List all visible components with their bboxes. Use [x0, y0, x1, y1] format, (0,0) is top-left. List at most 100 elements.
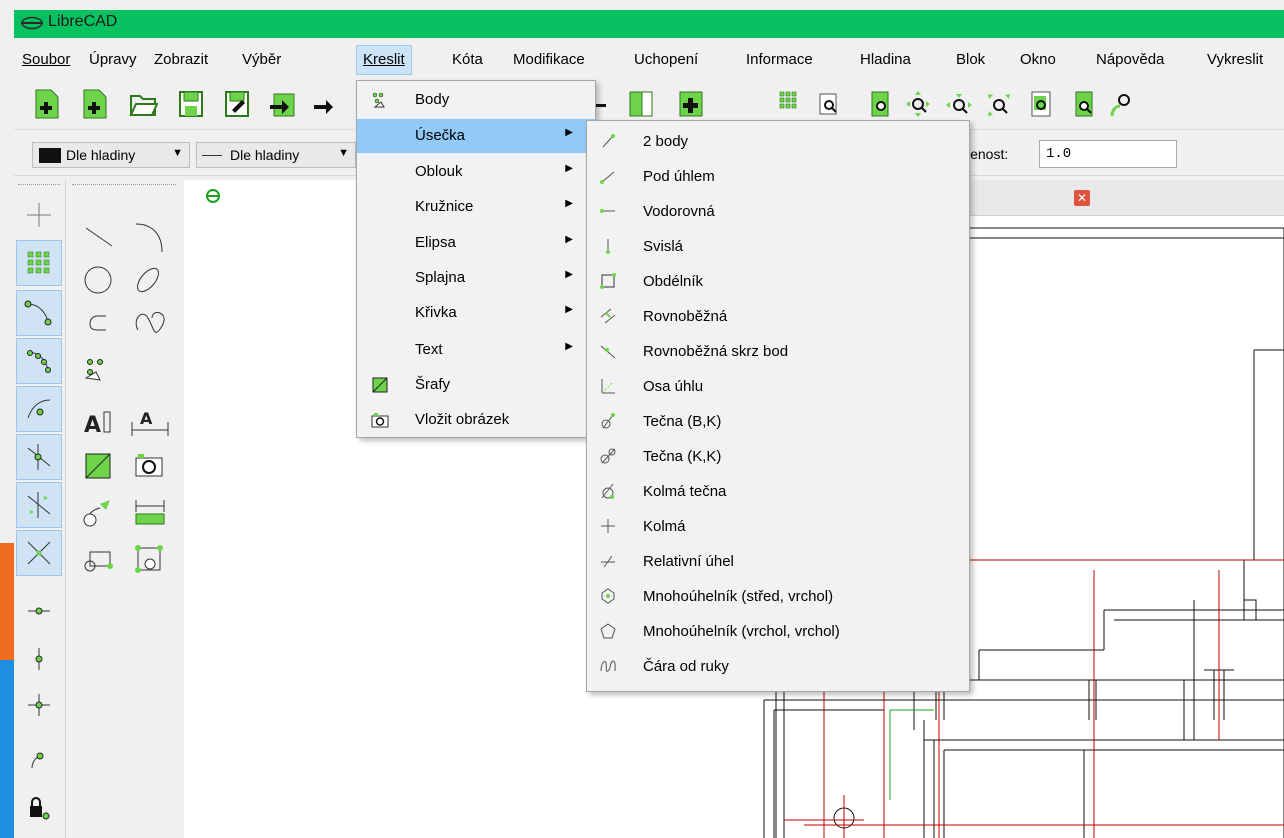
submenu-item-obdelnik[interactable]: Obdélník	[587, 265, 969, 300]
menu-vyber[interactable]: Výběr	[242, 51, 281, 68]
restrict-vertical-button[interactable]	[16, 636, 62, 682]
submenu-item-vodorovna[interactable]: Vodorovná	[587, 195, 969, 230]
snap-on-entity-button[interactable]	[16, 338, 62, 384]
snap-center-button[interactable]	[16, 386, 62, 432]
block-tool-icon[interactable]	[78, 540, 122, 580]
submenu-item-rovnobezna-skrz-bod[interactable]: Rovnoběžná skrz bod	[587, 335, 969, 370]
line-tool-icon[interactable]	[78, 218, 122, 258]
add-block-icon[interactable]	[676, 88, 706, 120]
menu-blok[interactable]: Blok	[956, 51, 985, 68]
submenu-item-2-body[interactable]: 2 body	[587, 125, 969, 160]
measure-tool-icon[interactable]	[128, 492, 172, 532]
menu-kota[interactable]: Kóta	[452, 51, 483, 68]
image-tool-icon[interactable]	[128, 446, 172, 486]
circle-tool-icon[interactable]	[78, 260, 122, 300]
submenu-item-tecna-bk[interactable]: Tečna (B,K)	[587, 405, 969, 440]
redraw-icon[interactable]	[866, 88, 896, 120]
draft-mode-icon[interactable]	[814, 88, 844, 120]
zoom-in-icon[interactable]	[904, 88, 934, 120]
save-icon[interactable]	[176, 88, 206, 120]
dimension-tool-icon[interactable]: A	[128, 402, 172, 442]
color-combo[interactable]: Dle hladiny ▼	[32, 142, 190, 168]
submenu-item-tecna-kk[interactable]: Tečna (K,K)	[587, 440, 969, 475]
modify-block-icon[interactable]	[128, 540, 172, 580]
set-relative-zero-button[interactable]	[16, 738, 62, 784]
menu-item-splajna[interactable]: Splajna ▶	[357, 261, 595, 295]
text-tool-icon[interactable]: A	[78, 402, 122, 442]
select-tool-icon[interactable]	[78, 492, 122, 532]
toolbar-grip[interactable]	[18, 184, 60, 188]
menu-item-oblouk[interactable]: Oblouk ▶	[357, 155, 595, 189]
save-as-icon[interactable]	[222, 88, 252, 120]
svg-text:A: A	[84, 413, 101, 438]
submenu-item-mnohouhelnik-stred[interactable]: Mnohoúhelník (střed, vrchol)	[587, 580, 969, 615]
menu-soubor[interactable]: Soubor	[22, 51, 70, 68]
lock-relative-zero-button[interactable]	[16, 786, 62, 832]
linetype-swatch	[202, 155, 222, 156]
menu-uchopeni[interactable]: Uchopení	[634, 51, 698, 68]
arc-tool-icon[interactable]	[128, 216, 172, 256]
menu-item-elipsa[interactable]: Elipsa ▶	[357, 226, 595, 260]
restrict-horizontal-button[interactable]	[16, 588, 62, 634]
close-icon[interactable]: ✕	[1074, 190, 1090, 206]
menu-informace[interactable]: Informace	[746, 51, 813, 68]
kreslit-menu: Body Úsečka ▶ Oblouk ▶ Kružnice ▶ Elipsa…	[356, 80, 596, 438]
toolbar-partial-icon[interactable]	[594, 88, 624, 120]
snap-grid-button[interactable]	[16, 240, 62, 286]
submenu-item-cara-od-ruky[interactable]: Čára od ruky	[587, 650, 969, 685]
submenu-item-kolma-tecna[interactable]: Kolmá tečna	[587, 475, 969, 510]
zoom-out-icon[interactable]	[944, 88, 974, 120]
menu-item-vlozit-obrazek[interactable]: Vložit obrázek	[357, 403, 595, 437]
menu-kreslit[interactable]: Kreslit	[356, 45, 412, 75]
menu-item-kruznice[interactable]: Kružnice ▶	[357, 190, 595, 224]
submenu-item-osa-uhlu[interactable]: Osa úhlu	[587, 370, 969, 405]
snap-middle-button[interactable]	[16, 434, 62, 480]
restrict-orthogonal-button[interactable]	[16, 682, 62, 728]
submenu-item-pod-uhlem[interactable]: Pod úhlem	[587, 160, 969, 195]
zoom-pan-icon[interactable]	[1108, 88, 1138, 120]
menu-modifikace[interactable]: Modifikace	[513, 51, 585, 68]
submenu-item-relativni-uhel[interactable]: Relativní úhel	[587, 545, 969, 580]
menu-zobrazit[interactable]: Zobrazit	[154, 51, 208, 68]
menu-item-text[interactable]: Text ▶	[357, 333, 595, 367]
submenu-item-svisla[interactable]: Svislá	[587, 230, 969, 265]
submenu-item-rovnobezna[interactable]: Rovnoběžná	[587, 300, 969, 335]
hatch-tool-icon[interactable]	[78, 446, 122, 486]
toolbar-grip[interactable]	[72, 184, 176, 188]
new-template-icon[interactable]	[80, 88, 110, 120]
zoom-auto-icon[interactable]	[984, 88, 1014, 120]
spline-tool-icon[interactable]	[128, 300, 172, 340]
menu-napoveda[interactable]: Nápověda	[1096, 51, 1164, 68]
linetype-combo[interactable]: Dle hladiny ▼	[196, 142, 356, 168]
new-block-icon[interactable]	[626, 88, 656, 120]
print-icon[interactable]	[312, 88, 342, 120]
zoom-window-icon[interactable]	[1070, 88, 1100, 120]
polyline-tool-icon[interactable]	[78, 304, 122, 344]
snap-endpoint-button[interactable]	[16, 290, 62, 336]
points-tool-icon[interactable]	[78, 350, 122, 390]
polygon-center-icon	[601, 588, 615, 604]
thickness-input[interactable]: 1.0	[1039, 140, 1177, 168]
menu-item-usecka[interactable]: Úsečka ▶	[357, 119, 595, 153]
export-icon[interactable]	[268, 88, 298, 120]
open-folder-icon[interactable]	[128, 88, 158, 120]
snap-distance-button[interactable]	[16, 482, 62, 528]
submenu-item-kolma[interactable]: Kolmá	[587, 510, 969, 545]
grid-icon[interactable]	[774, 88, 804, 120]
new-file-icon[interactable]	[32, 88, 62, 120]
zoom-previous-icon[interactable]	[1026, 88, 1056, 120]
menu-vykreslit[interactable]: Vykreslit	[1207, 51, 1263, 68]
ellipse-tool-icon[interactable]	[128, 260, 172, 300]
menu-hladina[interactable]: Hladina	[860, 51, 911, 68]
menu-item-body[interactable]: Body	[357, 83, 595, 117]
menu-item-krivka[interactable]: Křivka ▶	[357, 296, 595, 330]
desktop-edge-orange	[0, 543, 14, 663]
menu-upravy[interactable]: Úpravy	[89, 51, 137, 68]
menu-okno[interactable]: Okno	[1020, 51, 1056, 68]
relative-zero-icon	[31, 752, 44, 769]
submenu-item-mnohouhelnik-vrchol[interactable]: Mnohoúhelník (vrchol, vrchol)	[587, 615, 969, 650]
submenu-arrow-icon: ▶	[565, 198, 573, 209]
menu-item-srafy[interactable]: Šrafy	[357, 368, 595, 402]
snap-intersection-button[interactable]	[16, 530, 62, 576]
snap-free-button[interactable]	[16, 192, 62, 238]
